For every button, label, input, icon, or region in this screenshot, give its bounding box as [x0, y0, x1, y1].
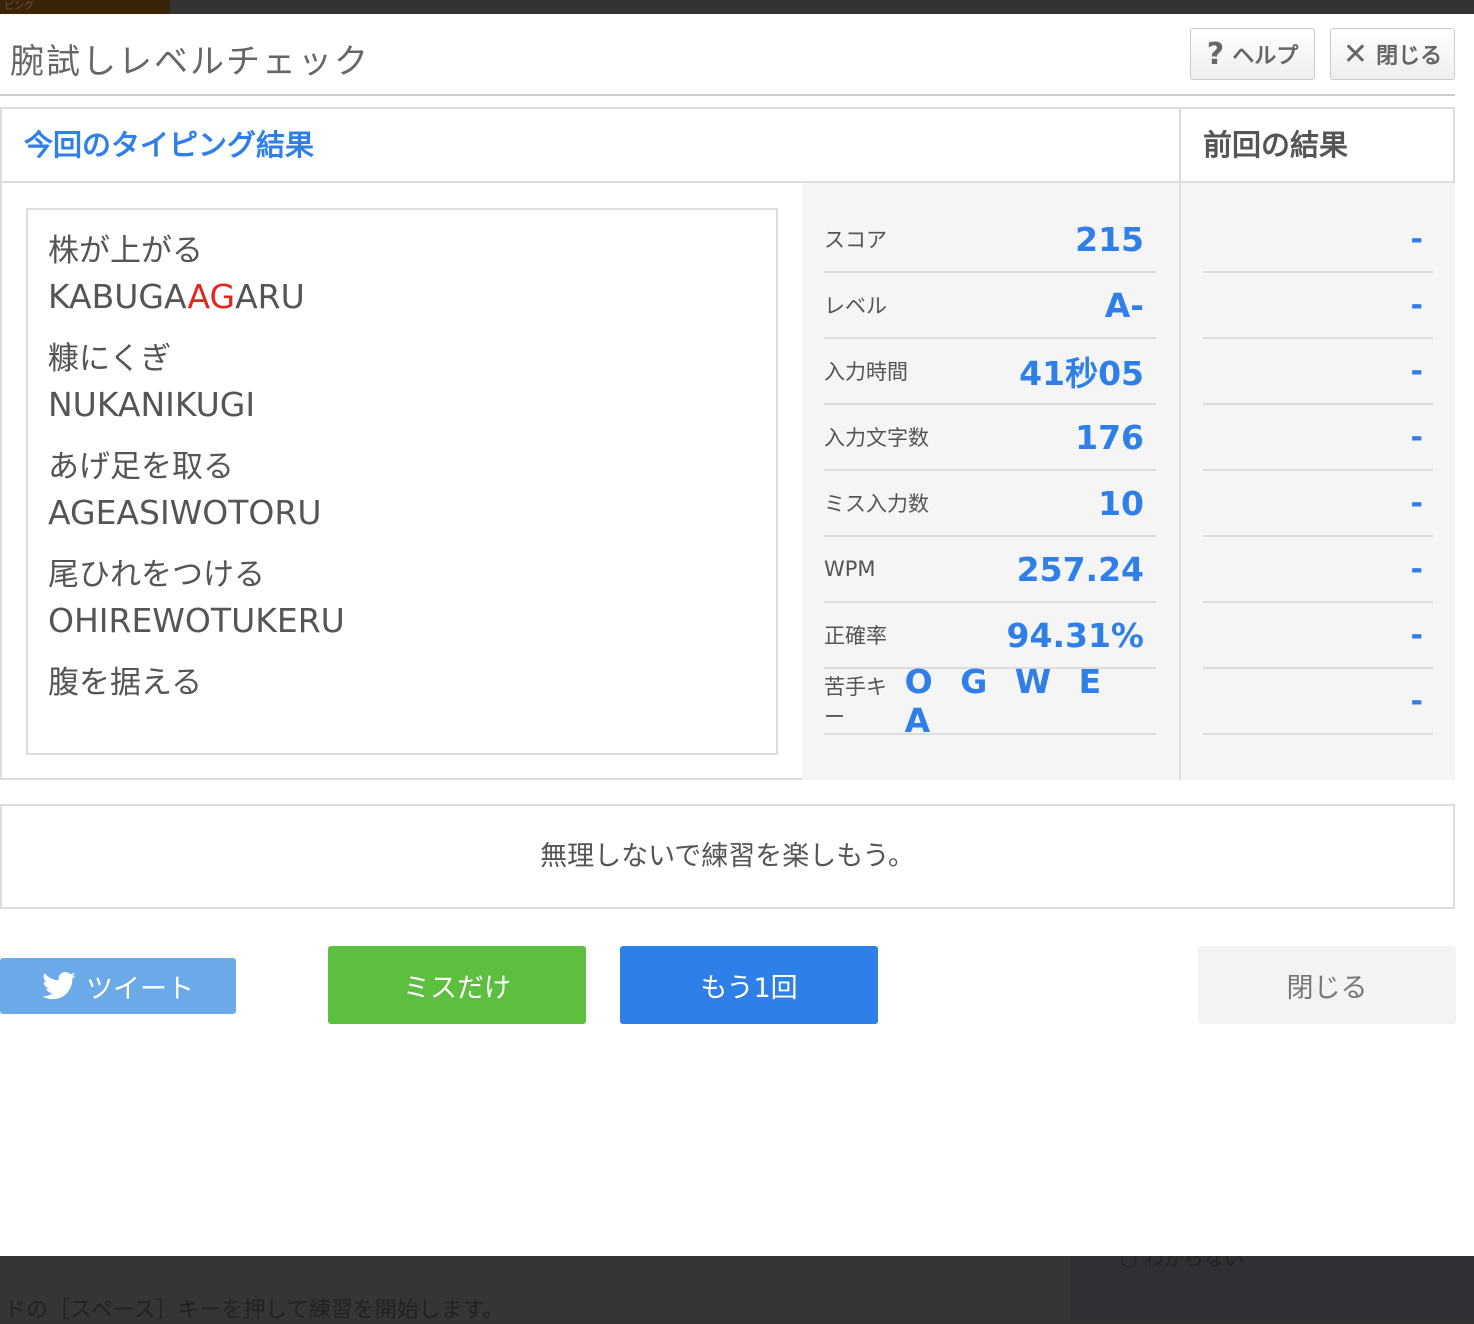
help-button[interactable]: ? ヘルプ [1190, 28, 1315, 80]
stat-value: 10 [1098, 483, 1144, 523]
word-japanese: 株が上がる [48, 233, 203, 269]
romaji-typed: NUKANIKUGI [48, 385, 256, 424]
current-stats: スコア 215 レベル A- 入力時間 41秒05 入力文字数 176 ミス入力数 10 WPM 25… [802, 183, 1179, 780]
current-results-heading: 今回のタイピング結果 [2, 109, 1179, 183]
previous-stat-value: - [1203, 537, 1433, 603]
help-label: ヘルプ [1232, 44, 1299, 69]
close-button[interactable]: 閉じる [1198, 946, 1456, 1024]
word-item: 腹を据える [48, 660, 756, 706]
word-japanese: 糠にくぎ [48, 341, 172, 377]
previous-stat-value: - [1203, 471, 1433, 537]
stat-label: 入力時間 [824, 360, 908, 384]
word-list: 株が上がる KABUGAAGARU 糠にくぎ NUKANIKUGI あげ足を取る AGEA… [26, 208, 778, 755]
tweet-button[interactable]: ツイート [0, 958, 236, 1014]
romaji-typed: KABUGA [48, 277, 188, 316]
close-icon: ✕ [1342, 36, 1369, 72]
question-icon: ? [1206, 36, 1225, 72]
stat-label: WPM [824, 557, 876, 581]
results-panel: 今回のタイピング結果 前回の結果 株が上がる KABUGAAGARU 糠にくぎ NUK… [0, 107, 1455, 780]
stat-row: 正確率 94.31% [824, 603, 1156, 669]
stat-value: A- [1104, 285, 1144, 325]
word-item: 株が上がる KABUGAAGARU [48, 228, 756, 320]
stat-value: O G W E A [904, 662, 1110, 740]
stat-value: 215 [1075, 219, 1144, 259]
word-item: 尾ひれをつける OHIREWOTUKERU [48, 552, 756, 644]
stat-label: 入力文字数 [824, 426, 929, 450]
previous-stat-value: - [1203, 669, 1433, 735]
stat-row: 苦手キー O G W E A [824, 662, 1156, 740]
word-romaji: AGEASIWOTORU [48, 490, 756, 536]
previous-stat-value: - [1203, 339, 1433, 405]
background-instruction: ドの［スペース］キーを押して練習を開始します。 [4, 1298, 505, 1323]
encouragement-message: 無理しないで練習を楽しもう。 [0, 804, 1455, 909]
word-romaji: OHIREWOTUKERU [48, 598, 756, 644]
romaji-rest: ARU [235, 277, 305, 316]
word-japanese: 尾ひれをつける [48, 557, 265, 593]
header-close-button[interactable]: ✕ 閉じる [1330, 28, 1455, 80]
stat-value: 257.24 [1016, 549, 1144, 589]
stat-label: レベル [824, 294, 887, 318]
retry-button[interactable]: もう1回 [620, 946, 878, 1024]
stat-value: 41秒05 [1019, 354, 1144, 393]
romaji-miss: AG [187, 277, 236, 316]
stat-label: 苦手キー [824, 675, 887, 729]
tweet-label: ツイート [86, 973, 194, 1005]
stat-row: WPM 257.24 [824, 537, 1156, 603]
stat-label: スコア [824, 228, 887, 252]
close-label: 閉じる [1376, 44, 1443, 69]
word-romaji: KABUGAAGARU [48, 274, 756, 320]
word-japanese: 腹を据える [48, 665, 203, 701]
twitter-bird-icon [42, 972, 76, 1000]
modal-title: 腕試しレベルチェック [10, 42, 370, 82]
previous-stat-value: - [1203, 405, 1433, 471]
background-topbar: ピング [0, 0, 1474, 14]
miss-only-button[interactable]: ミスだけ [328, 946, 586, 1024]
stat-label: ミス入力数 [824, 492, 929, 516]
previous-stat-value: - [1203, 603, 1433, 669]
stat-row: ミス入力数 10 [824, 471, 1156, 537]
stat-row: スコア 215 [824, 207, 1156, 273]
previous-results-heading: 前回の結果 [1179, 109, 1455, 183]
stat-value: 176 [1075, 417, 1144, 457]
word-item: 糠にくぎ NUKANIKUGI [48, 336, 756, 428]
previous-stats: -------- [1179, 183, 1455, 780]
stat-row: レベル A- [824, 273, 1156, 339]
romaji-typed: OHIREWOTUKERU [48, 601, 345, 640]
word-item: あげ足を取る AGEASIWOTORU [48, 444, 756, 536]
stat-value: 94.31% [1006, 615, 1144, 655]
header-divider [0, 94, 1455, 96]
level-check-modal: 腕試しレベルチェック ? ヘルプ ✕ 閉じる 今回のタイピング結果 前回の結果 株が… [0, 14, 1474, 1256]
previous-stat-value: - [1203, 273, 1433, 339]
stat-row: 入力時間 41秒05 [824, 339, 1156, 405]
stat-label: 正確率 [824, 624, 887, 648]
previous-stat-value: - [1203, 207, 1433, 273]
background-tab: ピング [0, 0, 170, 14]
stat-row: 入力文字数 176 [824, 405, 1156, 471]
word-romaji: NUKANIKUGI [48, 382, 756, 428]
word-japanese: あげ足を取る [48, 449, 234, 485]
romaji-typed: AGEASIWOTORU [48, 493, 322, 532]
